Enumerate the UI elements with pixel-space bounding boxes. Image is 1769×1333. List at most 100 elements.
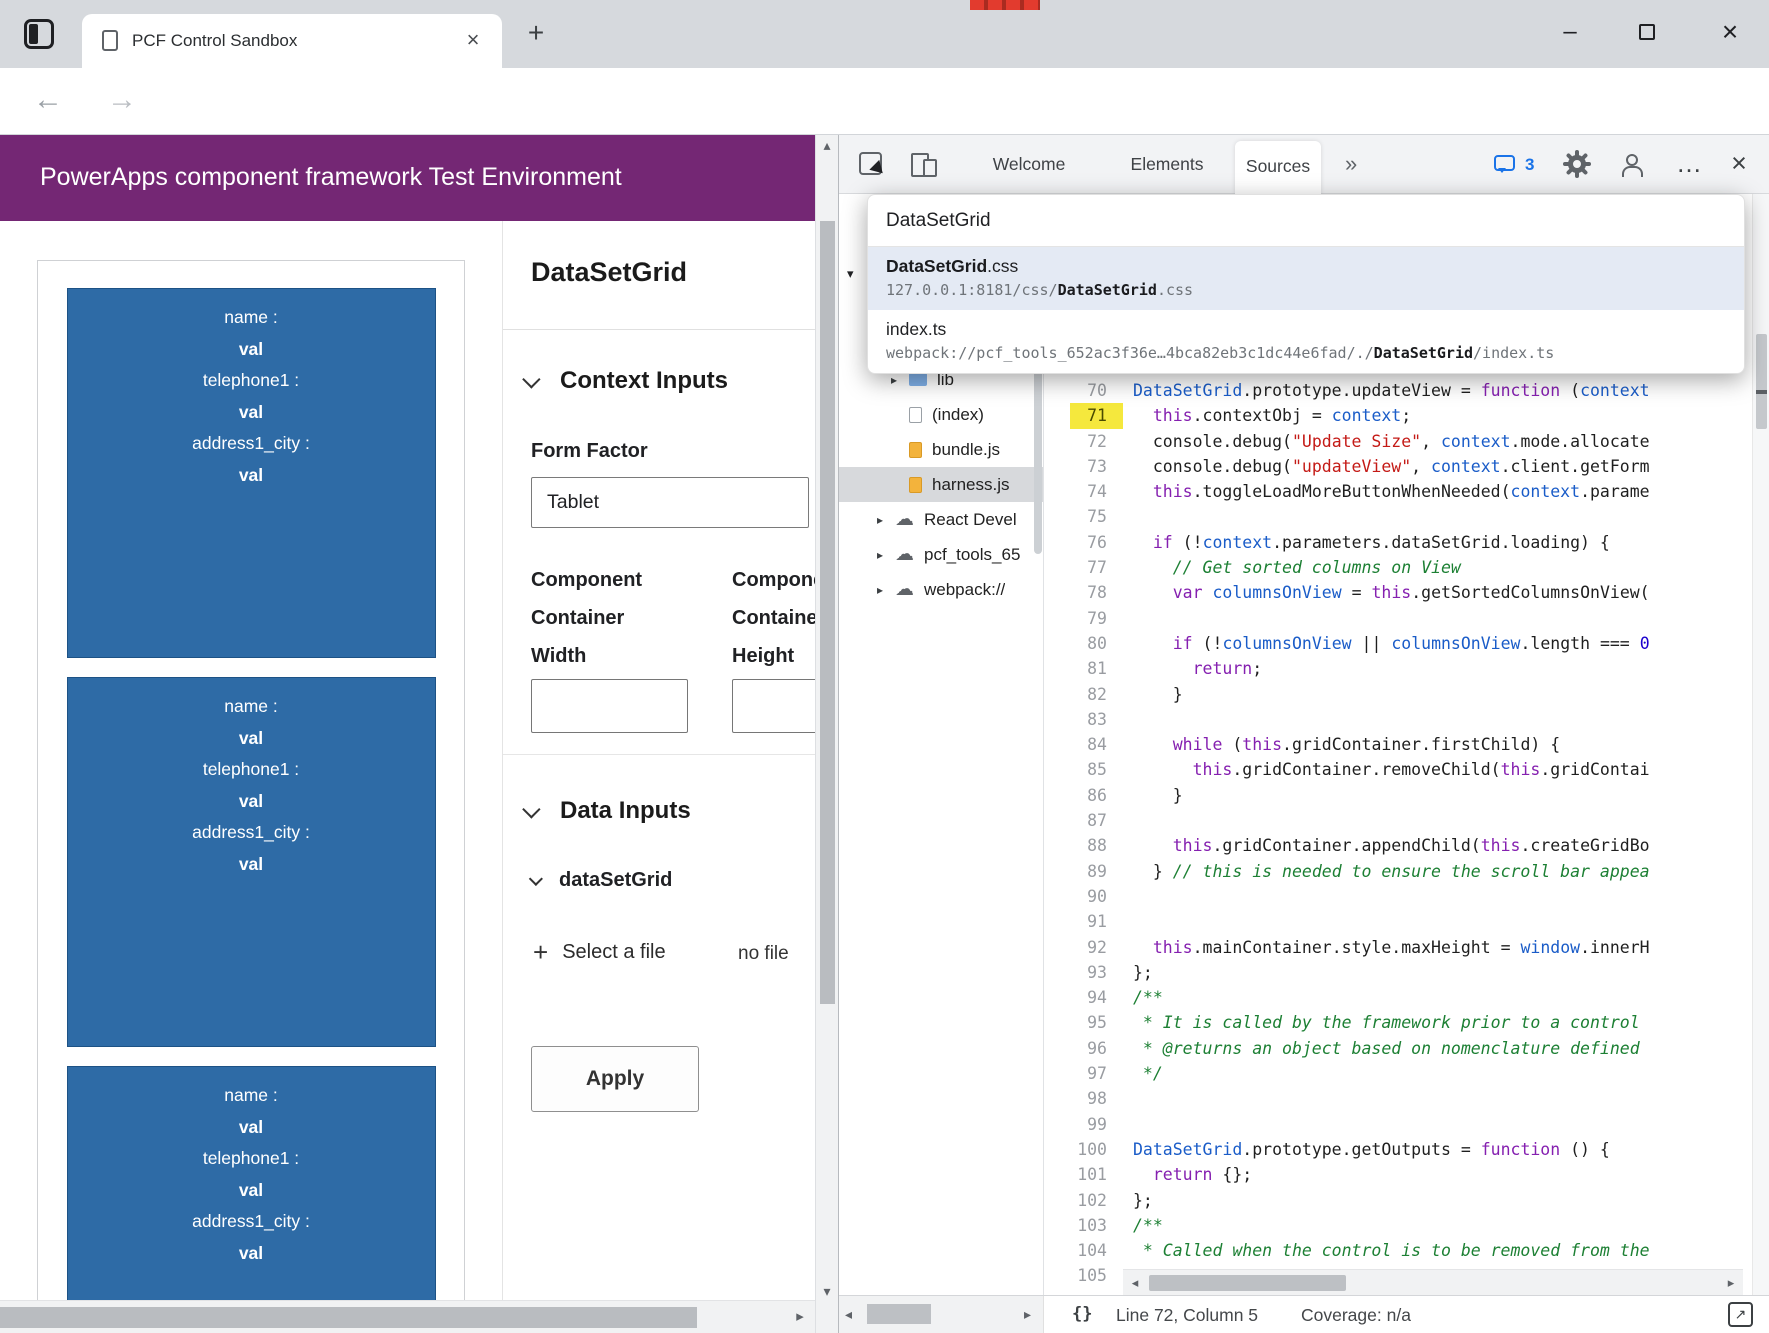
minimize-icon[interactable]: –	[1547, 10, 1593, 56]
line-number[interactable]: 98	[1044, 1086, 1123, 1111]
tab-close-icon[interactable]: ×	[458, 26, 488, 56]
record-card[interactable]: name :valtelephone1 :valaddress1_city :v…	[67, 677, 436, 1047]
scroll-right-icon[interactable]: ▸	[1024, 1296, 1031, 1332]
pretty-print-icon[interactable]: {}	[1072, 1296, 1092, 1333]
tree-arrow-icon[interactable]: ▸	[891, 373, 903, 387]
tree-arrow-icon[interactable]: ▸	[877, 583, 889, 597]
scroll-right-icon[interactable]: ▸	[1721, 1270, 1741, 1295]
navigator-item-webpack[interactable]: ▸☁webpack://	[839, 572, 1043, 607]
form-factor-select[interactable]: Tablet	[531, 477, 809, 528]
line-number[interactable]: 103	[1044, 1213, 1123, 1238]
tree-arrow-icon[interactable]: ▸	[877, 548, 889, 562]
device-toolbar-icon[interactable]	[911, 152, 937, 178]
window-close-icon[interactable]: ×	[1707, 10, 1753, 56]
page-horizontal-scrollbar[interactable]: ▸	[0, 1300, 815, 1333]
quick-open-input[interactable]: DataSetGrid	[868, 195, 1744, 247]
line-number[interactable]: 72	[1044, 429, 1123, 454]
editor-horizontal-scrollbar[interactable]: ◂ ▸	[1123, 1269, 1743, 1295]
line-number[interactable]: 97	[1044, 1061, 1123, 1086]
line-number[interactable]: 94	[1044, 985, 1123, 1010]
scroll-up-icon[interactable]: ▴	[816, 137, 838, 154]
line-number[interactable]: 91	[1044, 909, 1123, 934]
people-icon[interactable]	[1619, 153, 1643, 177]
scrollbar-thumb[interactable]	[1756, 334, 1767, 429]
open-external-icon[interactable]: ↗	[1728, 1302, 1753, 1327]
line-number[interactable]: 93	[1044, 960, 1123, 985]
container-width-input[interactable]	[531, 679, 688, 733]
line-number[interactable]: 99	[1044, 1112, 1123, 1137]
settings-gear-icon[interactable]	[1565, 152, 1589, 176]
line-number[interactable]: 83	[1044, 707, 1123, 732]
navigator-item-bundle-js[interactable]: bundle.js	[839, 432, 1043, 467]
tree-root-arrow-icon[interactable]: ▾	[847, 266, 854, 282]
inspect-element-icon[interactable]	[859, 152, 882, 175]
line-number[interactable]: 88	[1044, 833, 1123, 858]
maximize-icon[interactable]	[1624, 10, 1670, 56]
messages-count-badge[interactable]: 3	[1525, 135, 1534, 194]
context-inputs-section[interactable]: Context Inputs	[527, 367, 728, 395]
browser-tab[interactable]: PCF Control Sandbox ×	[82, 14, 502, 68]
devtools-close-icon[interactable]: ×	[1717, 135, 1761, 191]
scrollbar-thumb[interactable]	[1034, 364, 1042, 554]
back-icon[interactable]: ←	[26, 68, 70, 135]
select-file-button[interactable]: + Select a file	[533, 937, 666, 968]
quickopen-result[interactable]: index.tswebpack://pcf_tools_652ac3f36e…4…	[868, 310, 1744, 373]
page-vertical-scrollbar[interactable]: ▴ ▾	[815, 135, 838, 1333]
data-inputs-section[interactable]: Data Inputs	[527, 797, 691, 825]
navigator-horizontal-scrollbar[interactable]: ◂ ▸	[839, 1296, 1044, 1333]
tab-sources[interactable]: Sources	[1235, 141, 1321, 194]
console-messages-icon[interactable]	[1494, 155, 1515, 171]
tab-welcome[interactable]: Welcome	[981, 135, 1077, 194]
devtools-menu-icon[interactable]: …	[1669, 137, 1709, 189]
line-number[interactable]: 79	[1044, 606, 1123, 631]
line-number[interactable]: 100	[1044, 1137, 1123, 1162]
line-number[interactable]: 81	[1044, 656, 1123, 681]
line-number[interactable]: 87	[1044, 808, 1123, 833]
line-number[interactable]: 86	[1044, 783, 1123, 808]
more-tabs-icon[interactable]: »	[1345, 135, 1357, 192]
line-number[interactable]: 80	[1044, 631, 1123, 656]
line-number[interactable]: 84	[1044, 732, 1123, 757]
apply-button[interactable]: Apply	[531, 1046, 699, 1112]
line-number[interactable]: 73	[1044, 454, 1123, 479]
line-number[interactable]: 77	[1044, 555, 1123, 580]
tab-elements[interactable]: Elements	[1121, 135, 1213, 194]
record-card[interactable]: name :valtelephone1 :valaddress1_city :v…	[67, 1066, 436, 1300]
container-height-input[interactable]	[732, 679, 815, 733]
scroll-left-icon[interactable]: ◂	[1125, 1270, 1145, 1295]
forward-icon[interactable]: →	[100, 68, 144, 135]
line-number[interactable]: 104	[1044, 1238, 1123, 1263]
line-number[interactable]: 82	[1044, 682, 1123, 707]
dataset-grid-section[interactable]: dataSetGrid	[533, 869, 672, 892]
navigator-item-pcf-tools-65[interactable]: ▸☁pcf_tools_65	[839, 537, 1043, 572]
line-number[interactable]: 78	[1044, 580, 1123, 605]
navigator-item-index[interactable]: (index)	[839, 397, 1043, 432]
record-card[interactable]: name :valtelephone1 :valaddress1_city :v…	[67, 288, 436, 658]
line-number[interactable]: 71	[1044, 403, 1123, 428]
scrollbar-thumb[interactable]	[867, 1304, 931, 1324]
line-number[interactable]: 75	[1044, 504, 1123, 529]
line-number[interactable]: 90	[1044, 884, 1123, 909]
quickopen-result[interactable]: DataSetGrid.css127.0.0.1:8181/css/DataSe…	[868, 247, 1744, 310]
tree-arrow-icon[interactable]: ▸	[877, 513, 889, 527]
line-number[interactable]: 85	[1044, 757, 1123, 782]
tab-actions-icon[interactable]	[24, 19, 54, 49]
editor-vertical-scrollbar[interactable]	[1752, 194, 1769, 1295]
scroll-down-icon[interactable]: ▾	[816, 1283, 838, 1300]
line-number[interactable]: 105	[1044, 1263, 1123, 1288]
scrollbar-thumb[interactable]	[0, 1307, 697, 1328]
line-number[interactable]: 96	[1044, 1036, 1123, 1061]
line-number[interactable]: 95	[1044, 1010, 1123, 1035]
line-number[interactable]: 89	[1044, 859, 1123, 884]
line-number[interactable]: 70	[1044, 378, 1123, 403]
scroll-left-icon[interactable]: ◂	[845, 1296, 852, 1332]
line-number[interactable]: 101	[1044, 1162, 1123, 1187]
line-number[interactable]: 102	[1044, 1188, 1123, 1213]
line-number[interactable]: 76	[1044, 530, 1123, 555]
navigator-item-react-devel[interactable]: ▸☁React Devel	[839, 502, 1043, 537]
line-number[interactable]: 92	[1044, 935, 1123, 960]
navigator-item-harness-js[interactable]: harness.js	[839, 467, 1043, 502]
scrollbar-thumb[interactable]	[1149, 1275, 1346, 1291]
line-number[interactable]: 74	[1044, 479, 1123, 504]
navigator-scrollbar[interactable]	[1034, 364, 1042, 624]
